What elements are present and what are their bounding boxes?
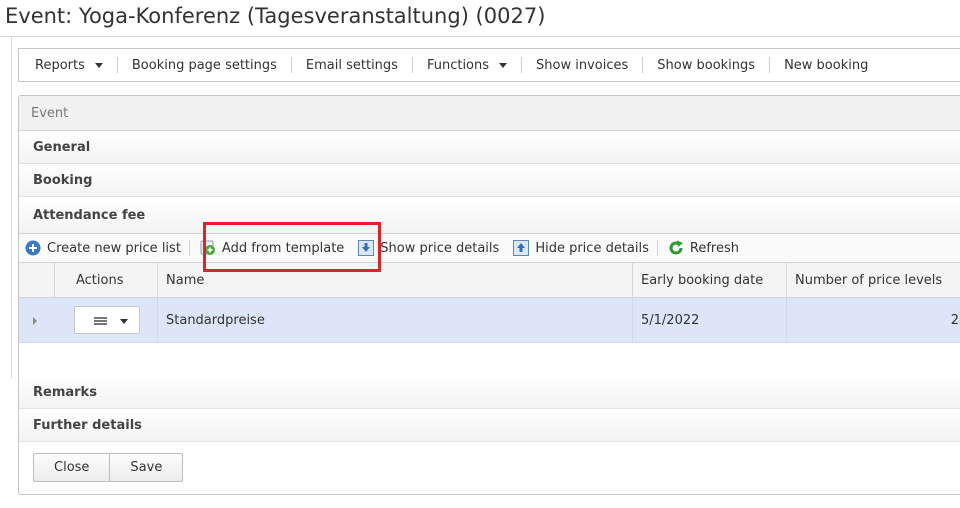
toolbar-separator bbox=[656, 240, 658, 256]
reports-menu[interactable]: Reports bbox=[27, 56, 111, 74]
panel-header: Event bbox=[19, 96, 960, 131]
show-bookings-button[interactable]: Show bookings bbox=[649, 56, 763, 74]
table-row[interactable]: Standardpreise 5/1/2022 2 bbox=[19, 298, 960, 343]
price-list-toolbar: Create new price list Add from template … bbox=[19, 233, 960, 263]
chevron-down-icon bbox=[499, 62, 508, 68]
hide-details-icon bbox=[513, 240, 530, 256]
section-booking[interactable]: Booking bbox=[19, 164, 960, 197]
main-toolbar: Reports Booking page settings Email sett… bbox=[18, 48, 960, 82]
highlight-box bbox=[203, 222, 381, 272]
toolbar-separator bbox=[642, 57, 644, 73]
row-name: Standardpreise bbox=[157, 298, 632, 343]
toolbar-separator bbox=[116, 57, 118, 73]
reports-label: Reports bbox=[35, 57, 85, 73]
section-general[interactable]: General bbox=[19, 131, 960, 164]
dialog-buttons: Close Save bbox=[33, 453, 184, 482]
toolbar-separator bbox=[188, 240, 190, 256]
functions-label: Functions bbox=[426, 57, 490, 73]
chevron-down-icon bbox=[120, 319, 128, 324]
functions-menu[interactable]: Functions bbox=[419, 56, 515, 74]
close-button[interactable]: Close bbox=[34, 454, 109, 481]
menu-icon bbox=[94, 317, 107, 325]
grid-empty-space bbox=[19, 343, 960, 376]
toolbar-separator bbox=[769, 57, 771, 73]
create-price-list-label: Create new price list bbox=[47, 240, 181, 256]
column-header-actions[interactable]: Actions bbox=[54, 263, 157, 298]
show-price-details-label: Show price details bbox=[380, 240, 500, 256]
hide-price-details-button[interactable]: Hide price details bbox=[513, 237, 649, 259]
row-early-booking-date: 5/1/2022 bbox=[632, 298, 786, 343]
toolbar-separator bbox=[290, 57, 292, 73]
toolbar-separator bbox=[411, 57, 413, 73]
section-remarks[interactable]: Remarks bbox=[19, 376, 960, 409]
toolbar-separator bbox=[521, 57, 523, 73]
row-price-levels: 2 bbox=[786, 298, 960, 343]
new-booking-button[interactable]: New booking bbox=[776, 56, 876, 74]
event-panel: Event General Booking Attendance fee Cre… bbox=[18, 95, 960, 495]
refresh-icon bbox=[669, 240, 683, 255]
email-settings-button[interactable]: Email settings bbox=[298, 56, 406, 74]
section-further-details[interactable]: Further details bbox=[19, 409, 960, 442]
create-price-list-button[interactable]: Create new price list bbox=[25, 237, 181, 259]
column-header-price-levels[interactable]: Number of price levels bbox=[786, 263, 960, 298]
column-header-early-booking-date[interactable]: Early booking date bbox=[632, 263, 786, 298]
show-invoices-button[interactable]: Show invoices bbox=[528, 56, 636, 74]
save-button[interactable]: Save bbox=[109, 454, 182, 481]
row-actions-button[interactable] bbox=[74, 306, 140, 334]
section-attendance-fee[interactable]: Attendance fee bbox=[19, 198, 960, 233]
price-grid-header: Actions Name Early booking date Number o… bbox=[19, 263, 960, 298]
plus-circle-icon bbox=[25, 240, 41, 256]
refresh-label: Refresh bbox=[689, 240, 739, 256]
title-divider bbox=[0, 36, 960, 37]
booking-page-settings-button[interactable]: Booking page settings bbox=[124, 56, 285, 74]
chevron-down-icon bbox=[94, 62, 103, 68]
left-panel-edge bbox=[0, 36, 12, 378]
hide-price-details-label: Hide price details bbox=[535, 240, 649, 256]
refresh-button[interactable]: Refresh bbox=[668, 237, 739, 259]
page-title: Event: Yoga-Konferenz (Tagesveranstaltun… bbox=[5, 4, 546, 28]
expand-arrow-icon[interactable] bbox=[33, 317, 37, 325]
